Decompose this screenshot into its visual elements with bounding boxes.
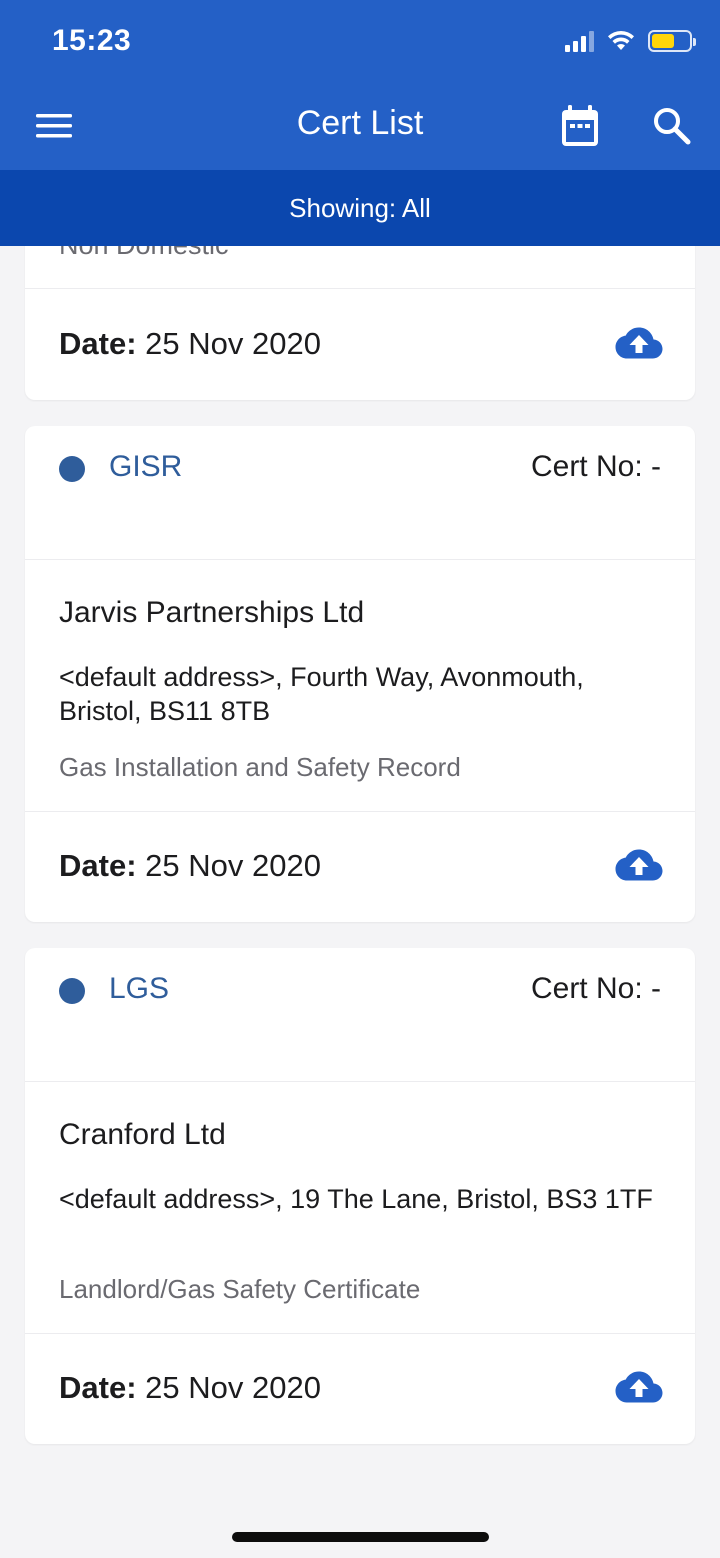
wifi-icon xyxy=(608,30,634,50)
cloud-upload-icon[interactable] xyxy=(615,1370,663,1404)
home-indicator xyxy=(232,1532,489,1542)
date-value: 25 Nov 2020 xyxy=(145,326,321,361)
page-title: Cert List xyxy=(296,104,424,142)
status-icons xyxy=(565,30,696,52)
cellular-signal-icon xyxy=(565,30,594,52)
address-text: <default address>, Fourth Way, Avonmouth… xyxy=(59,662,584,726)
cert-number: Cert No: - xyxy=(530,450,661,483)
status-dot xyxy=(59,456,85,482)
app-header: 15:23 Cert List xyxy=(0,0,720,170)
divider xyxy=(25,288,695,289)
card-header: GISR Cert No: - xyxy=(25,426,695,560)
address-text: <default address>, 19 The Lane, Bristol,… xyxy=(59,1184,653,1214)
filter-bar[interactable]: Showing: All xyxy=(0,170,720,246)
date-label: Date: xyxy=(59,848,137,883)
card-header: LGS Cert No: - xyxy=(25,948,695,1082)
client-name: Cranford Ltd xyxy=(59,1118,226,1151)
cert-card[interactable]: LGS Cert No: - Cranford Ltd <default add… xyxy=(25,948,695,1444)
date-label: Date: xyxy=(59,1370,137,1405)
divider xyxy=(25,1081,695,1082)
date-row: Date: 25 Nov 2020 xyxy=(59,326,321,362)
cert-number: Cert No: - xyxy=(530,972,661,1005)
divider xyxy=(25,1333,695,1334)
calendar-icon[interactable] xyxy=(560,104,600,148)
status-time: 15:23 xyxy=(52,24,132,57)
cert-description: Gas Installation and Safety Record xyxy=(59,752,461,782)
cloud-upload-icon[interactable] xyxy=(615,848,663,882)
cert-card[interactable]: GISR Cert No: - Jarvis Partnerships Ltd … xyxy=(25,426,695,922)
cert-type: LGS xyxy=(109,972,170,1005)
divider xyxy=(25,559,695,560)
date-value: 25 Nov 2020 xyxy=(145,848,321,883)
cert-description: Landlord/Gas Safety Certificate xyxy=(59,1274,421,1304)
date-row: Date: 25 Nov 2020 xyxy=(59,1370,321,1406)
battery-icon xyxy=(648,30,696,52)
cloud-upload-icon[interactable] xyxy=(615,326,663,360)
search-icon[interactable] xyxy=(652,106,692,146)
client-name: Jarvis Partnerships Ltd xyxy=(59,596,365,629)
date-row: Date: 25 Nov 2020 xyxy=(59,848,321,884)
date-value: 25 Nov 2020 xyxy=(145,1370,321,1405)
date-label: Date: xyxy=(59,326,137,361)
status-dot xyxy=(59,978,85,1004)
cert-type: GISR xyxy=(109,450,183,483)
screen: Non Domestic Date: 25 Nov 2020 GISR Cert… xyxy=(0,0,720,1558)
divider xyxy=(25,811,695,812)
